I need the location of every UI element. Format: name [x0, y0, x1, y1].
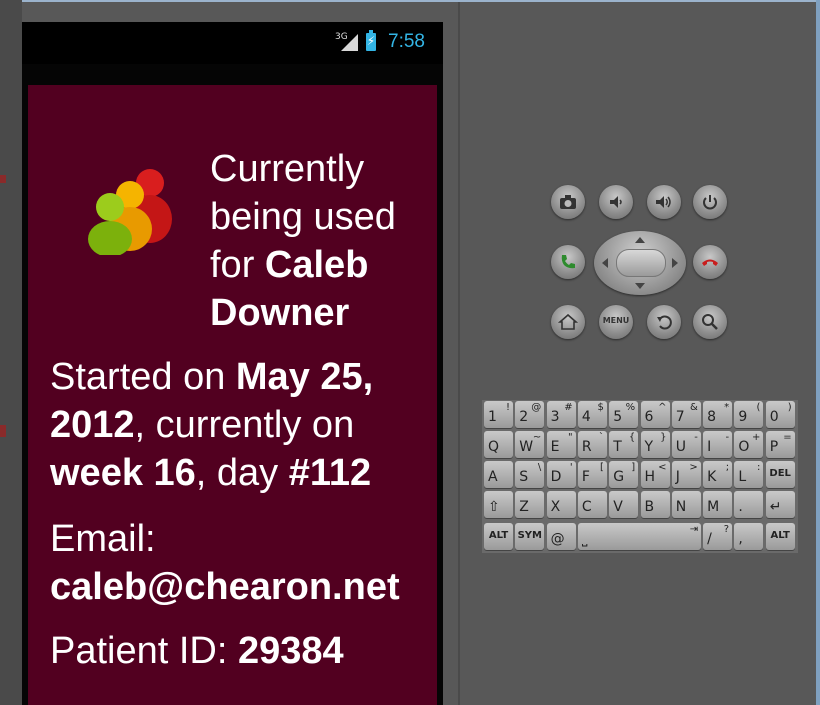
key-d[interactable]: D ' — [546, 461, 576, 488]
key-o[interactable]: O + — [734, 431, 764, 458]
key-8[interactable]: 8 * — [703, 401, 733, 428]
key-v[interactable]: V — [609, 491, 639, 518]
search-icon — [702, 314, 718, 330]
menu-button[interactable]: MENU — [599, 305, 633, 339]
key-1[interactable]: 1! — [484, 401, 513, 428]
phone-red-icon — [702, 259, 718, 266]
key-s[interactable]: S \ — [515, 461, 545, 488]
key-alt-left[interactable]: ALT — [484, 523, 513, 550]
key-y[interactable]: Y} — [640, 431, 670, 458]
key-h[interactable]: H < — [640, 461, 670, 488]
currently-on-text: , currently on — [134, 404, 355, 446]
status-time: 7:58 — [388, 31, 425, 52]
hardware-keyboard: 1! 2 @3 #4 $5% 6 ^ 7 & 8 * 9(0) Q W ~ E " R ` T{Y} U - I - O + P = A… — [482, 400, 798, 553]
search-button[interactable] — [693, 305, 727, 339]
key-t[interactable]: T{ — [609, 431, 639, 458]
back-button[interactable] — [647, 305, 681, 339]
day-value: #112 — [288, 452, 372, 494]
key-comma[interactable]: , — [734, 523, 764, 550]
patient-id: 29384 — [237, 630, 344, 672]
window-left-edge — [0, 0, 22, 705]
key-3[interactable]: 3 # — [546, 401, 576, 428]
patient-label: Patient ID: — [50, 630, 228, 672]
volume-down-icon — [610, 196, 622, 208]
day-separator: , day — [195, 452, 279, 494]
key-x[interactable]: X — [546, 491, 576, 518]
key-n[interactable]: N — [671, 491, 701, 518]
emulator-controls-panel — [460, 2, 816, 705]
email-info: Email: caleb@chearon.net — [50, 515, 430, 611]
key-u[interactable]: U- — [671, 431, 701, 458]
key-i[interactable]: I- — [703, 431, 733, 458]
key-6[interactable]: 6 ^ — [640, 401, 670, 428]
key-0[interactable]: 0) — [765, 401, 795, 428]
key-alt-right[interactable]: ALT — [765, 523, 795, 550]
key-f[interactable]: F[ — [577, 461, 607, 488]
started-prefix: Started on — [50, 356, 226, 398]
key-space[interactable]: ⎵ ⇥ — [577, 523, 702, 550]
volume-up-icon — [656, 196, 671, 208]
key-a[interactable]: A — [484, 461, 513, 488]
patient-info: Patient ID: 29384 — [50, 627, 430, 675]
key-l[interactable]: L: — [734, 461, 764, 488]
back-icon — [657, 315, 672, 330]
home-icon — [558, 313, 578, 330]
battery-charging-icon: ⚡ — [366, 30, 376, 51]
key-5[interactable]: 5% — [609, 401, 639, 428]
key-w[interactable]: W ~ — [515, 431, 545, 458]
volume-down-button[interactable] — [599, 185, 633, 219]
key-z[interactable]: Z — [515, 491, 545, 518]
power-button[interactable] — [693, 185, 727, 219]
key-m[interactable]: M — [703, 491, 733, 518]
dpad-center-button[interactable] — [616, 249, 666, 277]
key-2[interactable]: 2 @ — [515, 401, 545, 428]
key-shift[interactable]: ⇧ — [484, 491, 513, 518]
key-e[interactable]: E " — [546, 431, 576, 458]
call-button[interactable] — [551, 245, 585, 279]
key-7[interactable]: 7 & — [671, 401, 701, 428]
key-del[interactable]: DEL — [765, 461, 795, 488]
key-q[interactable]: Q — [484, 431, 513, 458]
key-b[interactable]: B — [640, 491, 670, 518]
dpad[interactable] — [594, 231, 686, 295]
window-right-border — [816, 0, 820, 705]
phone-device: 3G ⚡ 7:58 Currently being used for Caleb… — [22, 22, 443, 705]
home-button[interactable] — [551, 305, 585, 339]
key-4[interactable]: 4 $ — [577, 401, 607, 428]
key-k[interactable]: K; — [703, 461, 733, 488]
start-info: Started on May 25, 2012, currently on we… — [50, 353, 430, 497]
key-r[interactable]: R ` — [577, 431, 607, 458]
key-p[interactable]: P = — [765, 431, 795, 458]
app-screen: Currently being used for Caleb Downer St… — [28, 85, 437, 705]
key-enter[interactable]: ↵ — [765, 491, 795, 518]
key-slash[interactable]: /? — [703, 523, 733, 550]
key-period[interactable]: . — [734, 491, 764, 518]
power-icon — [703, 195, 717, 210]
key-sym[interactable]: SYM — [515, 523, 545, 550]
camera-icon — [560, 195, 576, 209]
key-g[interactable]: G] — [609, 461, 639, 488]
key-9[interactable]: 9( — [734, 401, 764, 428]
key-c[interactable]: C — [577, 491, 607, 518]
email-label: Email: — [50, 518, 156, 560]
key-j[interactable]: J > — [671, 461, 701, 488]
people-group-icon — [88, 169, 172, 255]
email-value: caleb@chearon.net — [50, 566, 400, 608]
camera-button[interactable] — [551, 185, 585, 219]
week-value: week 16 — [50, 452, 196, 494]
end-call-button[interactable] — [693, 245, 727, 279]
status-bar: 3G ⚡ 7:58 — [22, 22, 443, 64]
key-at[interactable]: @ — [546, 523, 576, 550]
volume-up-button[interactable] — [647, 185, 681, 219]
signal-icon — [341, 34, 358, 51]
phone-green-icon — [561, 255, 575, 269]
usage-header: Currently being used for Caleb Downer — [210, 145, 434, 337]
